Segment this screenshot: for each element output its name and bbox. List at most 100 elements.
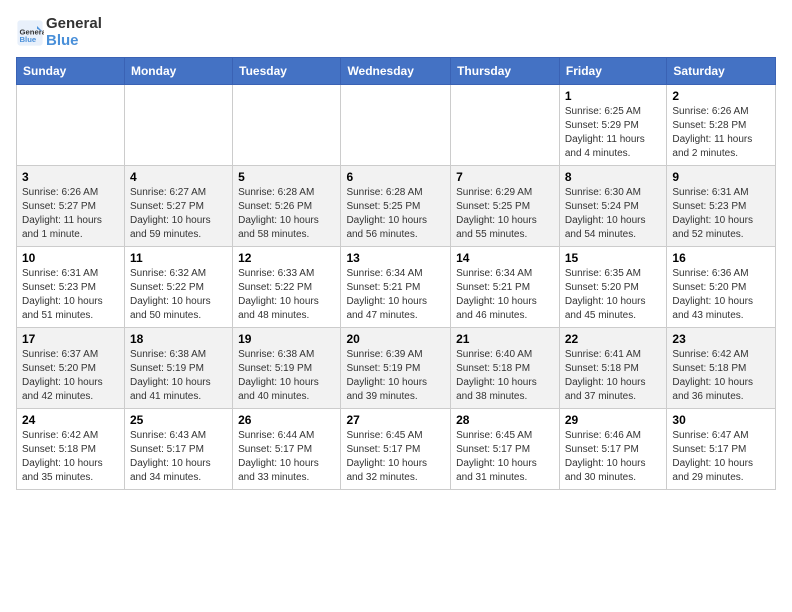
logo: General Blue General Blue	[16, 16, 102, 49]
day-info: Sunrise: 6:40 AM Sunset: 5:18 PM Dayligh…	[456, 348, 554, 404]
day-info: Sunrise: 6:25 AM Sunset: 5:29 PM Dayligh…	[565, 105, 662, 161]
day-info: Sunrise: 6:31 AM Sunset: 5:23 PM Dayligh…	[22, 267, 119, 323]
day-number: 12	[238, 251, 335, 265]
day-cell: 18 Sunrise: 6:38 AM Sunset: 5:19 PM Dayli…	[124, 328, 232, 409]
day-cell: 16 Sunrise: 6:36 AM Sunset: 5:20 PM Dayli…	[667, 247, 776, 328]
day-cell: 15 Sunrise: 6:35 AM Sunset: 5:20 PM Dayli…	[559, 247, 667, 328]
day-info: Sunrise: 6:26 AM Sunset: 5:27 PM Dayligh…	[22, 186, 119, 242]
day-info: Sunrise: 6:37 AM Sunset: 5:20 PM Dayligh…	[22, 348, 119, 404]
logo-icon: General Blue	[16, 19, 44, 47]
weekday-header-monday: Monday	[124, 58, 232, 85]
week-row-3: 10 Sunrise: 6:31 AM Sunset: 5:23 PM Dayli…	[17, 247, 776, 328]
day-cell: 13 Sunrise: 6:34 AM Sunset: 5:21 PM Dayli…	[341, 247, 451, 328]
day-cell: 12 Sunrise: 6:33 AM Sunset: 5:22 PM Dayli…	[233, 247, 341, 328]
day-number: 11	[130, 251, 227, 265]
weekday-header-saturday: Saturday	[667, 58, 776, 85]
day-info: Sunrise: 6:45 AM Sunset: 5:17 PM Dayligh…	[346, 429, 445, 485]
day-number: 2	[672, 89, 770, 103]
day-number: 4	[130, 170, 227, 184]
day-cell: 19 Sunrise: 6:38 AM Sunset: 5:19 PM Dayli…	[233, 328, 341, 409]
weekday-header-sunday: Sunday	[17, 58, 125, 85]
day-cell: 6 Sunrise: 6:28 AM Sunset: 5:25 PM Daylig…	[341, 166, 451, 247]
day-cell: 26Sunrise: 6:44 AM Sunset: 5:17 PM Dayli…	[233, 409, 341, 490]
day-number: 8	[565, 170, 662, 184]
day-cell: 25 Sunrise: 6:43 AM Sunset: 5:17 PM Dayli…	[124, 409, 232, 490]
day-info: Sunrise: 6:28 AM Sunset: 5:26 PM Dayligh…	[238, 186, 335, 242]
day-number: 22	[565, 332, 662, 346]
day-number: 5	[238, 170, 335, 184]
day-info: Sunrise: 6:31 AM Sunset: 5:23 PM Dayligh…	[672, 186, 770, 242]
day-cell	[17, 85, 125, 166]
day-number: 21	[456, 332, 554, 346]
day-number: 27	[346, 413, 445, 427]
day-cell: 20Sunrise: 6:39 AM Sunset: 5:19 PM Dayli…	[341, 328, 451, 409]
weekday-header-tuesday: Tuesday	[233, 58, 341, 85]
day-info: Sunrise: 6:36 AM Sunset: 5:20 PM Dayligh…	[672, 267, 770, 323]
day-info: Sunrise: 6:33 AM Sunset: 5:22 PM Dayligh…	[238, 267, 335, 323]
day-cell: 11 Sunrise: 6:32 AM Sunset: 5:22 PM Dayli…	[124, 247, 232, 328]
day-number: 24	[22, 413, 119, 427]
day-cell: 8 Sunrise: 6:30 AM Sunset: 5:24 PM Daylig…	[559, 166, 667, 247]
day-cell	[233, 85, 341, 166]
day-info: Sunrise: 6:35 AM Sunset: 5:20 PM Dayligh…	[565, 267, 662, 323]
day-number: 13	[346, 251, 445, 265]
day-cell: 23Sunrise: 6:42 AM Sunset: 5:18 PM Dayli…	[667, 328, 776, 409]
day-info: Sunrise: 6:38 AM Sunset: 5:19 PM Dayligh…	[130, 348, 227, 404]
day-number: 19	[238, 332, 335, 346]
day-cell: 3 Sunrise: 6:26 AM Sunset: 5:27 PM Daylig…	[17, 166, 125, 247]
day-number: 29	[565, 413, 662, 427]
day-cell: 9 Sunrise: 6:31 AM Sunset: 5:23 PM Daylig…	[667, 166, 776, 247]
day-info: Sunrise: 6:41 AM Sunset: 5:18 PM Dayligh…	[565, 348, 662, 404]
day-info: Sunrise: 6:45 AM Sunset: 5:17 PM Dayligh…	[456, 429, 554, 485]
day-cell: 30 Sunrise: 6:47 AM Sunset: 5:17 PM Dayli…	[667, 409, 776, 490]
day-number: 7	[456, 170, 554, 184]
day-cell	[341, 85, 451, 166]
weekday-header-thursday: Thursday	[451, 58, 560, 85]
day-info: Sunrise: 6:29 AM Sunset: 5:25 PM Dayligh…	[456, 186, 554, 242]
day-number: 17	[22, 332, 119, 346]
day-cell	[451, 85, 560, 166]
day-cell: 17 Sunrise: 6:37 AM Sunset: 5:20 PM Dayli…	[17, 328, 125, 409]
day-number: 30	[672, 413, 770, 427]
day-number: 15	[565, 251, 662, 265]
day-cell: 14Sunrise: 6:34 AM Sunset: 5:21 PM Dayli…	[451, 247, 560, 328]
day-number: 28	[456, 413, 554, 427]
day-cell: 21 Sunrise: 6:40 AM Sunset: 5:18 PM Dayli…	[451, 328, 560, 409]
calendar: SundayMondayTuesdayWednesdayThursdayFrid…	[16, 57, 776, 490]
day-info: Sunrise: 6:34 AM Sunset: 5:21 PM Dayligh…	[456, 267, 554, 323]
day-info: Sunrise: 6:38 AM Sunset: 5:19 PM Dayligh…	[238, 348, 335, 404]
day-number: 1	[565, 89, 662, 103]
day-number: 18	[130, 332, 227, 346]
day-cell: 24Sunrise: 6:42 AM Sunset: 5:18 PM Dayli…	[17, 409, 125, 490]
day-cell: 27 Sunrise: 6:45 AM Sunset: 5:17 PM Dayli…	[341, 409, 451, 490]
day-cell: 2Sunrise: 6:26 AM Sunset: 5:28 PM Daylig…	[667, 85, 776, 166]
day-info: Sunrise: 6:28 AM Sunset: 5:25 PM Dayligh…	[346, 186, 445, 242]
day-cell: 5 Sunrise: 6:28 AM Sunset: 5:26 PM Daylig…	[233, 166, 341, 247]
weekday-header-wednesday: Wednesday	[341, 58, 451, 85]
day-info: Sunrise: 6:30 AM Sunset: 5:24 PM Dayligh…	[565, 186, 662, 242]
day-cell: 1 Sunrise: 6:25 AM Sunset: 5:29 PM Daylig…	[559, 85, 667, 166]
week-row-5: 24Sunrise: 6:42 AM Sunset: 5:18 PM Dayli…	[17, 409, 776, 490]
day-cell: 4Sunrise: 6:27 AM Sunset: 5:27 PM Daylig…	[124, 166, 232, 247]
day-cell: 28 Sunrise: 6:45 AM Sunset: 5:17 PM Dayli…	[451, 409, 560, 490]
day-info: Sunrise: 6:47 AM Sunset: 5:17 PM Dayligh…	[672, 429, 770, 485]
week-row-1: 1 Sunrise: 6:25 AM Sunset: 5:29 PM Daylig…	[17, 85, 776, 166]
day-number: 23	[672, 332, 770, 346]
day-info: Sunrise: 6:34 AM Sunset: 5:21 PM Dayligh…	[346, 267, 445, 323]
day-number: 20	[346, 332, 445, 346]
day-info: Sunrise: 6:43 AM Sunset: 5:17 PM Dayligh…	[130, 429, 227, 485]
weekday-header-friday: Friday	[559, 58, 667, 85]
day-number: 25	[130, 413, 227, 427]
day-number: 3	[22, 170, 119, 184]
day-number: 10	[22, 251, 119, 265]
day-number: 9	[672, 170, 770, 184]
day-info: Sunrise: 6:32 AM Sunset: 5:22 PM Dayligh…	[130, 267, 227, 323]
day-number: 16	[672, 251, 770, 265]
day-info: Sunrise: 6:46 AM Sunset: 5:17 PM Dayligh…	[565, 429, 662, 485]
day-cell: 7 Sunrise: 6:29 AM Sunset: 5:25 PM Daylig…	[451, 166, 560, 247]
header: General Blue General Blue	[16, 16, 776, 49]
week-row-2: 3 Sunrise: 6:26 AM Sunset: 5:27 PM Daylig…	[17, 166, 776, 247]
day-number: 6	[346, 170, 445, 184]
day-number: 26	[238, 413, 335, 427]
svg-text:Blue: Blue	[20, 35, 37, 44]
